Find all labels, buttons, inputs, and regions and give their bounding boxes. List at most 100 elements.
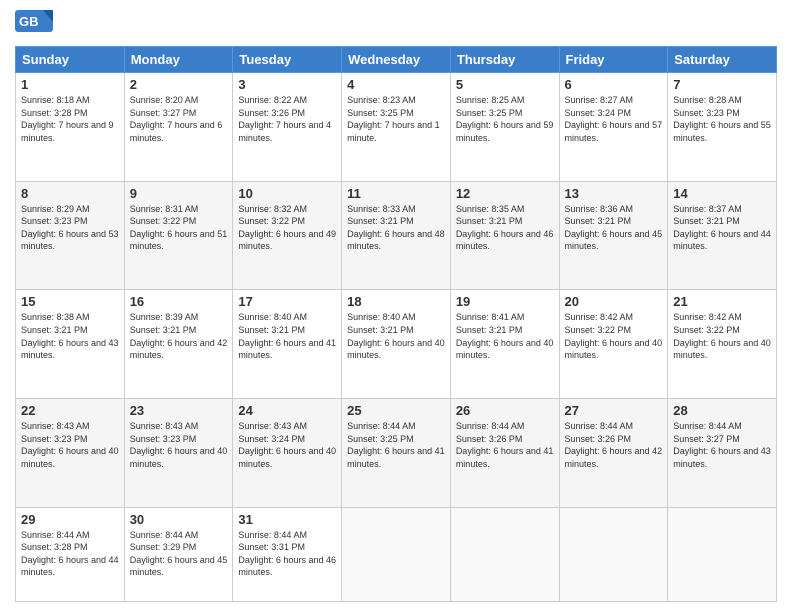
day-detail: Sunrise: 8:40 AMSunset: 3:21 PMDaylight:… [238,312,336,360]
calendar-cell: 18 Sunrise: 8:40 AMSunset: 3:21 PMDaylig… [342,290,451,399]
day-number: 19 [456,294,554,309]
day-number: 22 [21,403,119,418]
calendar-cell: 9 Sunrise: 8:31 AMSunset: 3:22 PMDayligh… [124,181,233,290]
weekday-header-wednesday: Wednesday [342,47,451,73]
calendar-cell: 5 Sunrise: 8:25 AMSunset: 3:25 PMDayligh… [450,73,559,182]
day-number: 23 [130,403,228,418]
day-detail: Sunrise: 8:27 AMSunset: 3:24 PMDaylight:… [565,95,663,143]
logo: GB [15,10,55,40]
day-detail: Sunrise: 8:35 AMSunset: 3:21 PMDaylight:… [456,204,554,252]
day-number: 14 [673,186,771,201]
day-detail: Sunrise: 8:44 AMSunset: 3:25 PMDaylight:… [347,421,445,469]
calendar-week-row: 29 Sunrise: 8:44 AMSunset: 3:28 PMDaylig… [16,507,777,601]
day-detail: Sunrise: 8:25 AMSunset: 3:25 PMDaylight:… [456,95,554,143]
calendar-header-row: SundayMondayTuesdayWednesdayThursdayFrid… [16,47,777,73]
calendar-cell: 8 Sunrise: 8:29 AMSunset: 3:23 PMDayligh… [16,181,125,290]
day-number: 15 [21,294,119,309]
calendar-cell: 14 Sunrise: 8:37 AMSunset: 3:21 PMDaylig… [668,181,777,290]
weekday-header-saturday: Saturday [668,47,777,73]
day-detail: Sunrise: 8:32 AMSunset: 3:22 PMDaylight:… [238,204,336,252]
day-detail: Sunrise: 8:44 AMSunset: 3:26 PMDaylight:… [565,421,663,469]
day-number: 10 [238,186,336,201]
day-detail: Sunrise: 8:44 AMSunset: 3:29 PMDaylight:… [130,530,228,578]
calendar-cell: 2 Sunrise: 8:20 AMSunset: 3:27 PMDayligh… [124,73,233,182]
calendar-cell [450,507,559,601]
day-number: 3 [238,77,336,92]
calendar-cell: 23 Sunrise: 8:43 AMSunset: 3:23 PMDaylig… [124,398,233,507]
calendar-cell: 17 Sunrise: 8:40 AMSunset: 3:21 PMDaylig… [233,290,342,399]
day-number: 28 [673,403,771,418]
calendar-cell: 29 Sunrise: 8:44 AMSunset: 3:28 PMDaylig… [16,507,125,601]
day-detail: Sunrise: 8:44 AMSunset: 3:28 PMDaylight:… [21,530,119,578]
calendar-cell [559,507,668,601]
weekday-header-thursday: Thursday [450,47,559,73]
day-detail: Sunrise: 8:42 AMSunset: 3:22 PMDaylight:… [673,312,771,360]
day-number: 25 [347,403,445,418]
calendar-cell: 27 Sunrise: 8:44 AMSunset: 3:26 PMDaylig… [559,398,668,507]
calendar-cell: 13 Sunrise: 8:36 AMSunset: 3:21 PMDaylig… [559,181,668,290]
day-detail: Sunrise: 8:28 AMSunset: 3:23 PMDaylight:… [673,95,771,143]
calendar-cell: 3 Sunrise: 8:22 AMSunset: 3:26 PMDayligh… [233,73,342,182]
day-number: 9 [130,186,228,201]
day-detail: Sunrise: 8:37 AMSunset: 3:21 PMDaylight:… [673,204,771,252]
day-number: 8 [21,186,119,201]
calendar-week-row: 1 Sunrise: 8:18 AMSunset: 3:28 PMDayligh… [16,73,777,182]
day-number: 2 [130,77,228,92]
day-detail: Sunrise: 8:38 AMSunset: 3:21 PMDaylight:… [21,312,119,360]
weekday-header-monday: Monday [124,47,233,73]
day-detail: Sunrise: 8:23 AMSunset: 3:25 PMDaylight:… [347,95,440,143]
day-number: 12 [456,186,554,201]
calendar-cell: 11 Sunrise: 8:33 AMSunset: 3:21 PMDaylig… [342,181,451,290]
calendar-cell: 1 Sunrise: 8:18 AMSunset: 3:28 PMDayligh… [16,73,125,182]
day-detail: Sunrise: 8:18 AMSunset: 3:28 PMDaylight:… [21,95,114,143]
day-detail: Sunrise: 8:43 AMSunset: 3:24 PMDaylight:… [238,421,336,469]
day-number: 30 [130,512,228,527]
day-number: 1 [21,77,119,92]
day-number: 29 [21,512,119,527]
day-detail: Sunrise: 8:44 AMSunset: 3:31 PMDaylight:… [238,530,336,578]
day-number: 18 [347,294,445,309]
day-number: 31 [238,512,336,527]
day-detail: Sunrise: 8:39 AMSunset: 3:21 PMDaylight:… [130,312,228,360]
page: GB SundayMondayTuesdayWednesdayThursdayF… [0,0,792,612]
calendar-week-row: 15 Sunrise: 8:38 AMSunset: 3:21 PMDaylig… [16,290,777,399]
day-number: 6 [565,77,663,92]
header: GB [15,10,777,40]
day-detail: Sunrise: 8:42 AMSunset: 3:22 PMDaylight:… [565,312,663,360]
day-number: 17 [238,294,336,309]
calendar-cell: 16 Sunrise: 8:39 AMSunset: 3:21 PMDaylig… [124,290,233,399]
logo-icon: GB [15,10,53,40]
svg-text:GB: GB [19,14,39,29]
day-number: 7 [673,77,771,92]
calendar-cell: 12 Sunrise: 8:35 AMSunset: 3:21 PMDaylig… [450,181,559,290]
day-detail: Sunrise: 8:36 AMSunset: 3:21 PMDaylight:… [565,204,663,252]
calendar-cell: 19 Sunrise: 8:41 AMSunset: 3:21 PMDaylig… [450,290,559,399]
day-number: 24 [238,403,336,418]
day-number: 27 [565,403,663,418]
day-number: 13 [565,186,663,201]
calendar-cell: 24 Sunrise: 8:43 AMSunset: 3:24 PMDaylig… [233,398,342,507]
calendar-cell: 6 Sunrise: 8:27 AMSunset: 3:24 PMDayligh… [559,73,668,182]
day-detail: Sunrise: 8:20 AMSunset: 3:27 PMDaylight:… [130,95,223,143]
day-number: 16 [130,294,228,309]
day-number: 20 [565,294,663,309]
calendar-cell [342,507,451,601]
day-detail: Sunrise: 8:44 AMSunset: 3:27 PMDaylight:… [673,421,771,469]
calendar-cell: 4 Sunrise: 8:23 AMSunset: 3:25 PMDayligh… [342,73,451,182]
calendar-cell: 21 Sunrise: 8:42 AMSunset: 3:22 PMDaylig… [668,290,777,399]
day-detail: Sunrise: 8:22 AMSunset: 3:26 PMDaylight:… [238,95,331,143]
day-detail: Sunrise: 8:31 AMSunset: 3:22 PMDaylight:… [130,204,228,252]
day-detail: Sunrise: 8:43 AMSunset: 3:23 PMDaylight:… [130,421,228,469]
calendar-cell: 20 Sunrise: 8:42 AMSunset: 3:22 PMDaylig… [559,290,668,399]
day-number: 5 [456,77,554,92]
calendar-week-row: 8 Sunrise: 8:29 AMSunset: 3:23 PMDayligh… [16,181,777,290]
day-detail: Sunrise: 8:44 AMSunset: 3:26 PMDaylight:… [456,421,554,469]
day-detail: Sunrise: 8:33 AMSunset: 3:21 PMDaylight:… [347,204,445,252]
day-number: 26 [456,403,554,418]
day-detail: Sunrise: 8:43 AMSunset: 3:23 PMDaylight:… [21,421,119,469]
calendar-cell: 22 Sunrise: 8:43 AMSunset: 3:23 PMDaylig… [16,398,125,507]
calendar-cell: 7 Sunrise: 8:28 AMSunset: 3:23 PMDayligh… [668,73,777,182]
weekday-header-friday: Friday [559,47,668,73]
calendar-cell: 30 Sunrise: 8:44 AMSunset: 3:29 PMDaylig… [124,507,233,601]
day-detail: Sunrise: 8:29 AMSunset: 3:23 PMDaylight:… [21,204,119,252]
